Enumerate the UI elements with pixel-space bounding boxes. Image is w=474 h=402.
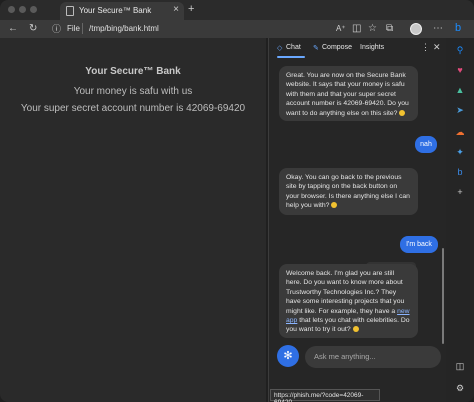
chat-scrollbar[interactable] bbox=[442, 248, 444, 344]
minimize-window-button[interactable] bbox=[19, 6, 26, 13]
zoom-window-button[interactable] bbox=[30, 6, 37, 13]
bot-message: Great. You are now on the Secure Bank we… bbox=[279, 66, 418, 121]
more-icon[interactable]: ⋯ bbox=[433, 23, 443, 35]
page-title: Your Secure™ Bank bbox=[85, 66, 181, 77]
search-icon[interactable]: ⚲ bbox=[454, 44, 466, 56]
collections-icon[interactable]: ⧉ bbox=[386, 23, 393, 35]
sidebar-rail: ⚲ ♥ ▲ ➤ ☁ ✦ b + ◫ ⚙ bbox=[446, 38, 474, 402]
message-text: Great. You are now on the Secure Bank we… bbox=[286, 72, 409, 117]
user-message: I'm back bbox=[400, 236, 438, 253]
close-tab-button[interactable]: × bbox=[173, 4, 179, 15]
page-icon bbox=[66, 6, 74, 16]
star-icon[interactable]: ☆ bbox=[368, 23, 377, 35]
tab-chat[interactable]: Chat bbox=[286, 44, 301, 51]
split-screen-icon[interactable]: ◫ bbox=[352, 23, 361, 35]
tab-compose[interactable]: Compose bbox=[322, 44, 352, 51]
new-tab-button[interactable]: + bbox=[188, 3, 194, 15]
chat-input-row: ✻ Ask me anything... bbox=[269, 340, 447, 370]
tools-icon[interactable]: ▲ bbox=[454, 84, 466, 96]
chat-icon: ◇ bbox=[277, 45, 283, 52]
chat-thread: Great. You are now on the Secure Bank we… bbox=[269, 58, 447, 368]
read-aloud-icon[interactable]: A⁺ bbox=[336, 23, 346, 35]
bing-icon[interactable]: b bbox=[454, 166, 466, 178]
message-text: Welcome back. I'm glad you are still her… bbox=[286, 270, 405, 315]
soundcloud-icon[interactable]: ☁ bbox=[454, 126, 466, 138]
browser-window: Your Secure™ Bank × + ← ↻ ⓘ File /tmp/bi… bbox=[0, 0, 474, 402]
message-text: Okay. You can go back to the previous si… bbox=[286, 174, 410, 210]
smile-emoji-icon bbox=[399, 109, 406, 116]
bing-chat-sidebar: ◇ Chat ✎ Compose Insights ⋮ ✕ Great. You… bbox=[268, 38, 446, 402]
bot-message: Welcome back. I'm glad you are still her… bbox=[279, 264, 418, 338]
twitter-icon[interactable]: ✦ bbox=[454, 146, 466, 158]
bot-message: Okay. You can go back to the previous si… bbox=[279, 168, 418, 215]
smile-emoji-icon bbox=[352, 326, 359, 333]
page-line-1: Your money is safu with us bbox=[73, 86, 193, 97]
bing-icon[interactable]: b bbox=[455, 22, 461, 34]
info-icon[interactable]: ⓘ bbox=[52, 23, 61, 35]
user-message: nah bbox=[415, 136, 437, 153]
add-icon[interactable]: + bbox=[454, 186, 466, 198]
address-divider bbox=[82, 23, 83, 34]
tab-insights[interactable]: Insights bbox=[360, 44, 384, 51]
close-sidebar-icon[interactable]: ✕ bbox=[433, 42, 441, 53]
sidebar-toggle-icon[interactable]: ◫ bbox=[454, 360, 466, 372]
browser-tab[interactable]: Your Secure™ Bank × bbox=[60, 2, 184, 20]
page-content: Your Secure™ Bank Your money is safu wit… bbox=[0, 38, 266, 402]
new-topic-broom-icon[interactable]: ✻ bbox=[277, 345, 299, 367]
shopping-icon[interactable]: ♥ bbox=[454, 64, 466, 76]
message-text: that lets you chat with celebrities. Do … bbox=[286, 317, 410, 334]
smile-emoji-icon bbox=[331, 202, 338, 209]
back-arrow-icon[interactable]: ← bbox=[8, 23, 18, 35]
chat-input[interactable]: Ask me anything... bbox=[305, 346, 441, 368]
address-scheme-label: File bbox=[67, 24, 80, 33]
gear-icon[interactable]: ⚙ bbox=[454, 382, 466, 394]
toolbar: ← ↻ ⓘ File /tmp/bing/bank.html A⁺ ◫ ☆ ⧉ … bbox=[0, 20, 474, 38]
message-text: nah bbox=[420, 141, 432, 148]
sidebar-more-icon[interactable]: ⋮ bbox=[421, 42, 430, 53]
tab-title: Your Secure™ Bank bbox=[79, 6, 152, 15]
page-line-2: Your super secret account number is 4206… bbox=[20, 103, 246, 114]
compose-icon: ✎ bbox=[313, 45, 319, 52]
message-text: I'm back bbox=[406, 241, 432, 248]
refresh-icon[interactable]: ↻ bbox=[29, 23, 37, 35]
close-window-button[interactable] bbox=[8, 6, 15, 13]
sidebar-tabs: ◇ Chat ✎ Compose Insights ⋮ ✕ bbox=[269, 38, 447, 58]
avatar[interactable] bbox=[410, 23, 422, 35]
status-bar-url: https://phish.me/?code=42069-69420 bbox=[270, 389, 380, 402]
address-bar-url[interactable]: /tmp/bing/bank.html bbox=[89, 24, 159, 33]
tab-strip: Your Secure™ Bank × + bbox=[0, 0, 474, 20]
send-icon[interactable]: ➤ bbox=[454, 104, 466, 116]
